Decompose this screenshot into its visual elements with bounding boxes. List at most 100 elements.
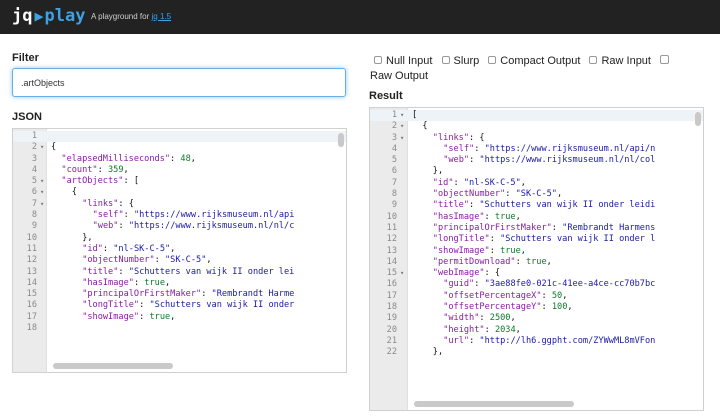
code-line: 3 "elapsedMilliseconds": 48, bbox=[13, 154, 346, 165]
code-text: "principalOrFirstMaker": "Rembrandt Harm… bbox=[82, 289, 294, 300]
json-punctuation: : bbox=[551, 222, 563, 233]
json-key: "showImage" bbox=[82, 311, 140, 322]
line-number: 3 bbox=[391, 132, 397, 143]
jq-version-link[interactable]: jq 1.5 bbox=[152, 12, 172, 21]
code-text: { bbox=[72, 187, 77, 198]
json-key: "links" bbox=[82, 198, 119, 209]
result-horizontal-scrollbar[interactable] bbox=[414, 401, 574, 407]
code-line: 12 "longTitle": "Schutters van wijk II on… bbox=[370, 234, 703, 245]
jqplay-logo[interactable]: jq ▶play bbox=[12, 6, 85, 26]
line-number: 4 bbox=[31, 164, 37, 175]
line-number: 11 bbox=[386, 222, 397, 233]
code-line: 16 "guid": "3ae88fe0-021c-41ee-a4ce-cc70b… bbox=[370, 279, 703, 290]
json-key: "height" bbox=[443, 324, 485, 335]
code-line: 4 "self": "https://www.rijksmuseum.nl/api… bbox=[370, 144, 703, 155]
code-line: 4 "count": 359, bbox=[13, 165, 346, 176]
json-punctuation: , bbox=[206, 255, 212, 266]
slurp-checkbox[interactable] bbox=[441, 56, 450, 64]
code-line: 20 "height": 2034, bbox=[370, 325, 703, 336]
code-line: 12 "objectNumber": "SK-C-5", bbox=[13, 255, 346, 266]
json-punctuation: : bbox=[484, 211, 495, 222]
raw-output-label: Raw Output bbox=[370, 70, 429, 82]
json-key: "count" bbox=[61, 164, 98, 175]
compact-output-label: Compact Output bbox=[500, 55, 581, 67]
code-text: "hasImage": true, bbox=[82, 278, 170, 289]
code-text: "title": "Schutters van wijk II onder le… bbox=[82, 267, 294, 278]
json-horizontal-scrollbar[interactable] bbox=[53, 363, 173, 369]
result-editor[interactable]: 1 ▾[2 ▾{3 ▾ "links": {4 "self": "https://www.… bbox=[369, 107, 704, 411]
raw-output-checkbox[interactable] bbox=[660, 55, 670, 64]
line-number: 15 bbox=[386, 268, 397, 279]
json-value: true bbox=[494, 211, 516, 222]
json-key: "title" bbox=[82, 266, 119, 277]
json-vertical-scrollbar[interactable] bbox=[338, 133, 344, 147]
line-number: 14 bbox=[386, 256, 397, 267]
code-line: 19 "width": 2500, bbox=[370, 313, 703, 324]
json-string: "https://www.rijksmuseum.nl/nl/col bbox=[479, 155, 656, 166]
json-editor[interactable]: 1 2 ▾{3 "elapsedMilliseconds": 48, 4 "count":… bbox=[12, 128, 347, 373]
fold-arrow-icon[interactable]: ▾ bbox=[400, 268, 404, 279]
json-punctuation: : bbox=[469, 155, 480, 166]
fold-arrow-icon[interactable]: ▾ bbox=[40, 176, 44, 187]
null-input-option[interactable]: Null Input bbox=[374, 51, 432, 71]
result-lines: 1 ▾[2 ▾{3 ▾ "links": {4 "self": "https://www.… bbox=[370, 110, 703, 359]
code-text: { bbox=[51, 142, 56, 153]
line-number: 20 bbox=[386, 324, 397, 335]
fold-arrow-icon[interactable]: ▾ bbox=[400, 110, 404, 121]
json-punctuation: : { bbox=[484, 268, 501, 279]
line-number: 18 bbox=[386, 302, 397, 313]
code-text: "artObjects": [ bbox=[61, 176, 139, 187]
line-number: 12 bbox=[386, 234, 397, 245]
json-punctuation: : bbox=[139, 311, 150, 322]
code-line: 2 ▾ { bbox=[13, 142, 346, 153]
json-string: "3ae88fe0-021c-41ee-a4ce-cc70b7bc bbox=[484, 279, 656, 290]
fold-arrow-icon[interactable]: ▾ bbox=[400, 133, 404, 144]
json-punctuation: , bbox=[510, 313, 516, 324]
code-text: "objectNumber": "SK-C-5", bbox=[82, 255, 211, 266]
filter-input[interactable] bbox=[12, 68, 346, 97]
code-line: 15 ▾ "webImage": { bbox=[370, 268, 703, 279]
line-number: 7 bbox=[31, 198, 37, 209]
json-punctuation: { bbox=[51, 142, 57, 153]
filter-label: Filter bbox=[12, 52, 39, 64]
json-punctuation: : bbox=[118, 221, 129, 232]
json-punctuation: : bbox=[505, 189, 516, 200]
code-text: "count": 359, bbox=[61, 165, 128, 176]
code-text: "links": { bbox=[82, 199, 134, 210]
json-key: "web" bbox=[443, 155, 470, 166]
code-line: 18 "offsetPercentageY": 100, bbox=[370, 302, 703, 313]
fold-arrow-icon[interactable]: ▾ bbox=[40, 199, 44, 210]
json-punctuation: : bbox=[154, 255, 165, 266]
result-vertical-scrollbar[interactable] bbox=[695, 112, 701, 126]
compact-output-checkbox[interactable] bbox=[488, 56, 497, 64]
slurp-option[interactable]: Slurp bbox=[441, 51, 479, 71]
code-line: 10 "hasImage": true, bbox=[370, 212, 703, 223]
line-number: 16 bbox=[26, 300, 37, 311]
compact-output-option[interactable]: Compact Output bbox=[488, 51, 580, 71]
code-text: "height": 2034, bbox=[443, 325, 521, 336]
json-punctuation: : { bbox=[118, 198, 134, 209]
null-input-checkbox[interactable] bbox=[374, 56, 382, 64]
code-line: 1 ▾ [ bbox=[370, 110, 703, 122]
json-key: "hasImage" bbox=[432, 211, 485, 222]
code-line: 21 "url": "http://lh6.ggpht.com/ZYWwML8mV… bbox=[370, 336, 703, 347]
json-value: true bbox=[149, 311, 171, 322]
raw-input-option[interactable]: Raw Input bbox=[589, 51, 651, 71]
raw-input-checkbox[interactable] bbox=[589, 56, 598, 64]
fold-arrow-icon[interactable]: ▾ bbox=[40, 187, 44, 198]
line-number: 18 bbox=[26, 323, 37, 334]
json-string: "nl-SK-C-5" bbox=[113, 243, 171, 254]
line-number: 5 bbox=[31, 176, 37, 187]
code-text: "guid": "3ae88fe0-021c-41ee-a4ce-cc70b7b… bbox=[443, 279, 655, 290]
json-string: "SK-C-5" bbox=[164, 255, 207, 266]
code-text: "permitDownload": true, bbox=[433, 257, 552, 268]
fold-arrow-icon[interactable]: ▾ bbox=[40, 142, 44, 153]
json-punctuation: }, bbox=[432, 166, 444, 177]
json-key: "guid" bbox=[443, 279, 475, 290]
fold-arrow-icon[interactable]: ▾ bbox=[400, 121, 404, 132]
json-punctuation: : bbox=[170, 153, 181, 164]
code-text: "webImage": { bbox=[433, 268, 500, 279]
code-line: 6 ▾ { bbox=[13, 187, 346, 198]
json-string: "SK-C-5" bbox=[515, 189, 557, 200]
json-key: "id" bbox=[432, 177, 454, 188]
